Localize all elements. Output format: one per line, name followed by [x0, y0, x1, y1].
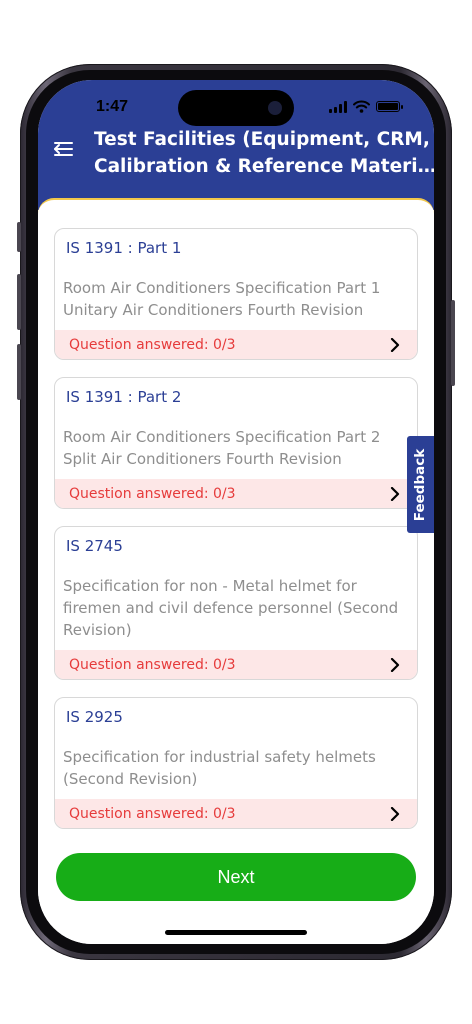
standard-card[interactable]: IS 2925 Specification for industrial saf… — [54, 697, 418, 829]
description-line: firemen and civil defence personnel (Sec… — [63, 599, 399, 617]
wifi-icon — [353, 100, 370, 113]
camera-icon — [268, 101, 282, 115]
status-icons — [329, 100, 403, 113]
app-header: 1:47 Test Facilities (Equipment, CRM, Ca… — [38, 80, 434, 210]
battery-icon — [376, 101, 403, 112]
page-title: Test Facilities (Equipment, CRM, Calibra… — [94, 126, 434, 180]
standard-card[interactable]: IS 1391 : Part 2 Room Air Conditioners S… — [54, 377, 418, 509]
chevron-right-icon — [390, 806, 400, 821]
page-title-line-1: Test Facilities (Equipment, CRM, — [94, 129, 430, 150]
description-line: Specification for non - Metal helmet for — [63, 577, 357, 595]
power-button — [451, 300, 455, 386]
standard-code: IS 2745 — [66, 537, 123, 555]
chevron-right-icon — [390, 657, 400, 672]
action-button — [17, 222, 21, 252]
content-panel: IS 1391 : Part 1 Room Air Conditioners S… — [38, 198, 434, 944]
back-menu-icon[interactable] — [52, 140, 74, 158]
progress-bar[interactable]: Question answered: 0/3 — [55, 799, 417, 828]
home-indicator[interactable] — [165, 930, 307, 935]
standard-code: IS 1391 : Part 2 — [66, 388, 182, 406]
description-line: Split Air Conditioners Fourth Revision — [63, 450, 342, 468]
chevron-right-icon — [390, 337, 400, 352]
description-line: Specification for industrial safety helm… — [63, 748, 376, 766]
standard-card[interactable]: IS 1391 : Part 1 Room Air Conditioners S… — [54, 228, 418, 360]
dynamic-island — [178, 90, 294, 126]
standard-code: IS 2925 — [66, 708, 123, 726]
description-line: Revision) — [63, 621, 132, 639]
chevron-right-icon — [390, 486, 400, 501]
progress-bar[interactable]: Question answered: 0/3 — [55, 330, 417, 359]
progress-bar[interactable]: Question answered: 0/3 — [55, 479, 417, 508]
feedback-label: Feedback — [412, 448, 429, 521]
description-line: Room Air Conditioners Specification Part… — [63, 279, 381, 297]
description-line: Unitary Air Conditioners Fourth Revision — [63, 301, 364, 319]
signal-icon — [329, 100, 347, 113]
progress-label: Question answered: 0/3 — [69, 805, 236, 822]
status-time: 1:47 — [96, 98, 129, 115]
standard-description: Specification for non - Metal helmet for… — [63, 575, 413, 641]
volume-up-button — [17, 274, 21, 330]
progress-label: Question answered: 0/3 — [69, 485, 236, 502]
standard-card[interactable]: IS 2745 Specification for non - Metal he… — [54, 526, 418, 680]
standard-code: IS 1391 : Part 1 — [66, 239, 182, 257]
progress-label: Question answered: 0/3 — [69, 336, 236, 353]
standard-description: Specification for industrial safety helm… — [63, 746, 413, 790]
phone-screen: 1:47 Test Facilities (Equipment, CRM, Ca… — [38, 80, 434, 944]
standard-description: Room Air Conditioners Specification Part… — [63, 277, 413, 321]
page-title-line-2: Calibration & Reference Materia... — [94, 156, 434, 177]
description-line: (Second Revision) — [63, 770, 198, 788]
progress-bar[interactable]: Question answered: 0/3 — [55, 650, 417, 679]
progress-label: Question answered: 0/3 — [69, 656, 236, 673]
feedback-tab[interactable]: Feedback — [407, 436, 434, 533]
volume-down-button — [17, 344, 21, 400]
next-button[interactable]: Next — [56, 853, 416, 901]
description-line: Room Air Conditioners Specification Part… — [63, 428, 381, 446]
standard-description: Room Air Conditioners Specification Part… — [63, 426, 413, 470]
